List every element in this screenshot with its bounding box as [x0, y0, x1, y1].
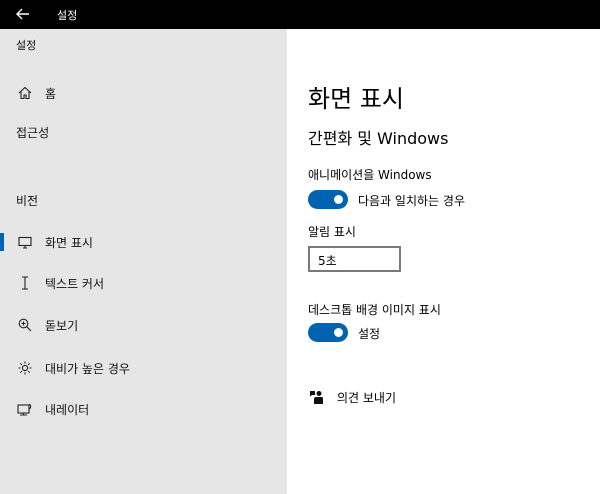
- animations-label: 애니메이션을 Windows: [308, 168, 432, 182]
- sidebar-item-high-contrast[interactable]: 대비가 높은 경우: [0, 351, 287, 385]
- animations-toggle-state: 다음과 일치하는 경우: [358, 194, 465, 208]
- arrow-left-icon: [16, 8, 29, 20]
- sidebar-item-magnifier[interactable]: 돋보기: [0, 308, 287, 342]
- brightness-icon: [17, 360, 33, 376]
- page-title: 화면 표시: [308, 85, 404, 113]
- feedback-icon: [308, 389, 324, 405]
- sidebar-item-label: 돋보기: [45, 318, 79, 333]
- sidebar-item-narrator[interactable]: 내레이터: [0, 392, 287, 426]
- send-feedback-label: 의견 보내기: [337, 390, 397, 405]
- sidebar-item-home[interactable]: 홈: [0, 76, 287, 110]
- desktop-background-label: 데스크톱 배경 이미지 표시: [308, 303, 441, 317]
- back-button[interactable]: [10, 4, 36, 24]
- animations-toggle[interactable]: [308, 190, 348, 209]
- magnifier-icon: [17, 317, 33, 333]
- sidebar-item-label: 대비가 높은 경우: [45, 361, 130, 376]
- window-title: 설정: [57, 9, 78, 22]
- section-heading-vision: 비전: [16, 194, 39, 208]
- send-feedback-link[interactable]: 의견 보내기: [308, 387, 396, 407]
- sidebar-item-label: 화면 표시: [45, 235, 93, 250]
- home-icon: [17, 85, 33, 101]
- sidebar-item-text-cursor[interactable]: 텍스트 커서: [0, 266, 287, 300]
- section-title: 간편화 및 Windows: [308, 129, 449, 148]
- sidebar-item-label: 내레이터: [45, 402, 90, 417]
- monitor-icon: [17, 234, 33, 250]
- notification-duration-dropdown[interactable]: 5초: [308, 246, 401, 272]
- sidebar: 설정 홈 접근성 비전 화면 표시 텍스트 커서 돋보기 대비가 높은 경우 내…: [0, 29, 287, 494]
- desktop-background-toggle[interactable]: [308, 323, 348, 342]
- sidebar-item-label: 텍스트 커서: [45, 276, 105, 291]
- sidebar-item-label: 접근성: [16, 125, 50, 140]
- text-cursor-icon: [17, 275, 33, 291]
- desktop-background-toggle-state: 설정: [358, 327, 381, 341]
- display-settings-panel: 화면 표시 간편화 및 Windows 애니메이션을 Windows 다음과 일…: [287, 29, 600, 494]
- sidebar-item-accessibility[interactable]: 접근성: [0, 115, 287, 149]
- sidebar-app-label: 설정: [16, 39, 37, 52]
- notification-duration-label: 알림 표시: [308, 225, 356, 239]
- sidebar-item-label: 홈: [45, 86, 57, 101]
- sidebar-item-display[interactable]: 화면 표시: [0, 225, 287, 259]
- narrator-icon: [17, 401, 33, 417]
- title-bar: 설정: [0, 0, 600, 29]
